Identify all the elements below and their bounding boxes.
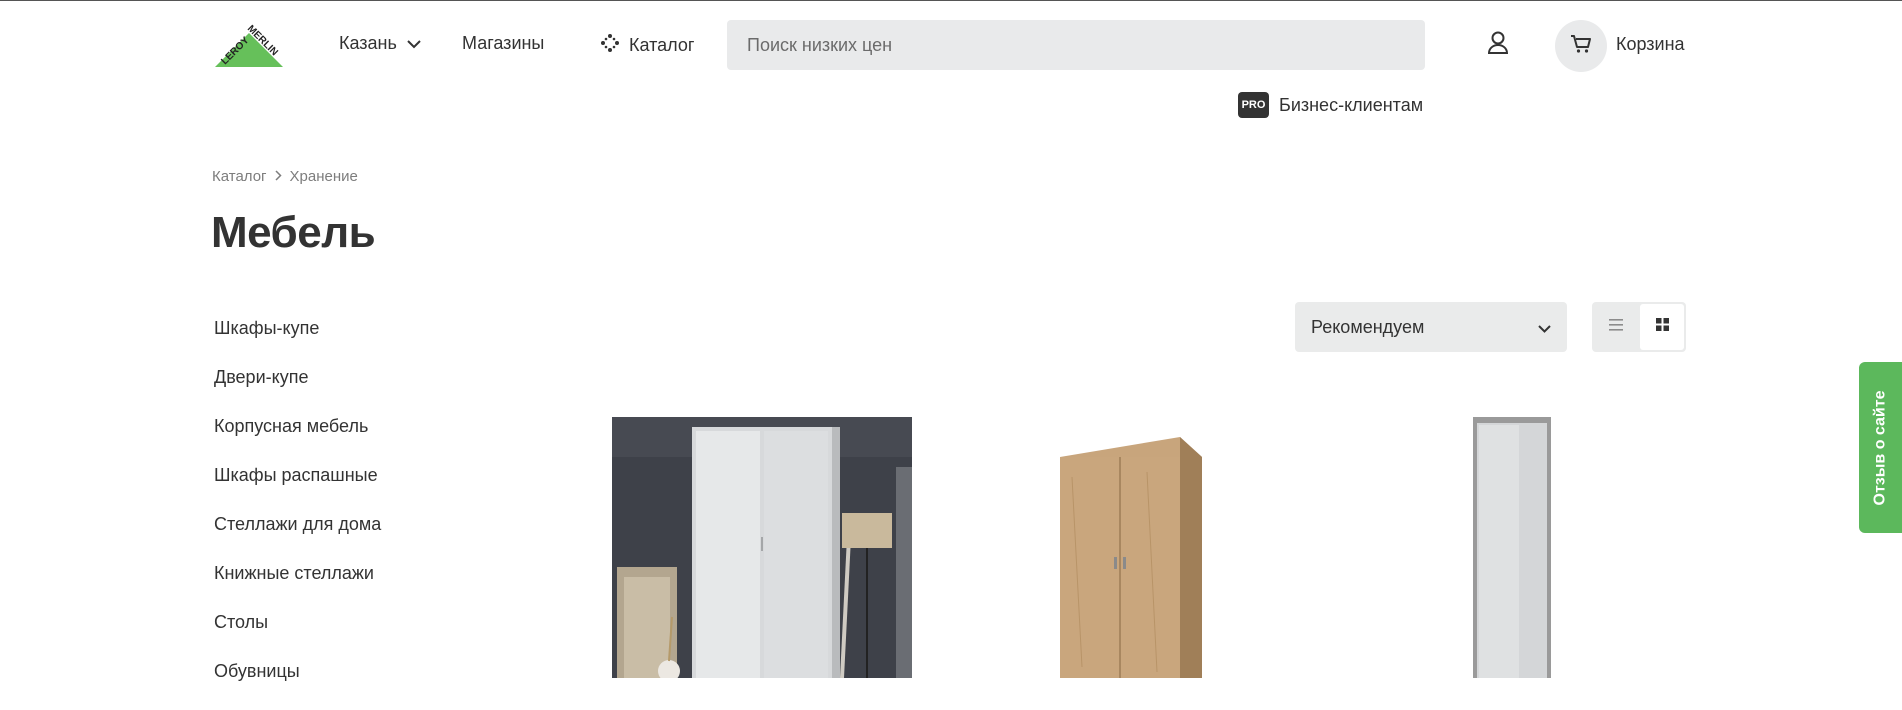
- sort-selected-value: Рекомендуем: [1311, 316, 1425, 337]
- product-image-white-wardrobe[interactable]: [612, 417, 912, 678]
- business-clients-label: Бизнес-клиентам: [1279, 94, 1424, 115]
- city-label: Казань: [339, 33, 397, 53]
- feedback-label: Отзыв о сайте: [1871, 390, 1889, 505]
- view-toggle: [1592, 302, 1686, 352]
- page-title: Мебель: [211, 208, 376, 257]
- sidebar-item-wardrobes-coupe[interactable]: Шкафы-купе: [214, 318, 381, 367]
- grid-view-button[interactable]: [1640, 304, 1684, 350]
- sidebar-item-hinged-wardrobes[interactable]: Шкафы распашные: [214, 465, 381, 514]
- cart-button[interactable]: [1555, 20, 1607, 72]
- chevron-down-icon: [1538, 317, 1551, 338]
- business-clients-link[interactable]: PRO Бизнес-клиентам: [1238, 92, 1423, 118]
- pro-badge: PRO: [1238, 92, 1269, 118]
- sort-select[interactable]: Рекомендуем: [1295, 302, 1567, 352]
- sidebar-item-shoe-cabinets[interactable]: Обувницы: [214, 661, 381, 710]
- user-icon: [1487, 31, 1509, 60]
- product-image-wood-wardrobe[interactable]: [1052, 417, 1212, 678]
- user-button[interactable]: [1483, 30, 1513, 60]
- catalog-label: Каталог: [629, 35, 695, 55]
- feedback-tab[interactable]: Отзыв о сайте: [1859, 362, 1902, 533]
- catalog-button[interactable]: Каталог: [600, 33, 694, 58]
- search-bar: [727, 20, 1425, 70]
- sidebar-item-home-shelving[interactable]: Стеллажи для дома: [214, 514, 381, 563]
- list-view-button[interactable]: [1592, 302, 1639, 352]
- chevron-down-icon: [407, 33, 421, 54]
- breadcrumb: Каталог Хранение: [212, 168, 358, 185]
- list-view-icon: [1608, 318, 1623, 336]
- shops-link[interactable]: Магазины: [462, 33, 544, 54]
- sidebar-item-bookshelves[interactable]: Книжные стеллажи: [214, 563, 381, 612]
- sidebar-item-cabinet-furniture[interactable]: Корпусная мебель: [214, 416, 381, 465]
- category-sidebar: Шкафы-купе Двери-купе Корпусная мебель Ш…: [214, 318, 381, 710]
- catalog-dots-icon: [600, 33, 620, 58]
- cart-label[interactable]: Корзина: [1616, 34, 1685, 55]
- breadcrumb-item-storage[interactable]: Хранение: [290, 168, 358, 185]
- top-border: [0, 0, 1902, 1]
- grid-view-icon: [1655, 318, 1669, 336]
- breadcrumb-item-catalog[interactable]: Каталог: [212, 168, 267, 185]
- cart-icon: [1570, 34, 1592, 59]
- search-input[interactable]: [745, 33, 1407, 57]
- sidebar-item-coupe-doors[interactable]: Двери-купе: [214, 367, 381, 416]
- chevron-right-icon: [275, 168, 282, 185]
- sidebar-item-tables[interactable]: Столы: [214, 612, 381, 661]
- leroy-merlin-logo[interactable]: LEROY MERLIN: [211, 20, 287, 68]
- city-selector[interactable]: Казань: [339, 33, 421, 54]
- product-image-mirror-door[interactable]: [1465, 417, 1555, 678]
